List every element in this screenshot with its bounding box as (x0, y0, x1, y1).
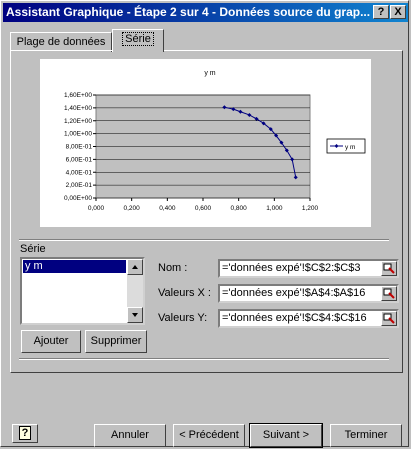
nom-range-button[interactable] (381, 261, 397, 276)
dialog-window: Assistant Graphique - Étape 2 sur 4 - Do… (0, 0, 409, 448)
y-tick-label: 4,00E-01 (66, 169, 93, 176)
tab-serie[interactable]: Série (112, 29, 164, 52)
x-values-label: Valeurs X : (158, 287, 211, 299)
x-range-button[interactable] (381, 286, 397, 301)
separator-bottom (19, 358, 389, 360)
arrow-down-icon (132, 313, 138, 317)
x-tick-label: 0,800 (231, 205, 248, 212)
tab-serie-label: Série (122, 32, 154, 46)
help-title-button[interactable]: ? (373, 5, 389, 19)
y-tick-label: 8,00E-01 (66, 144, 93, 151)
scroll-up-button[interactable] (127, 259, 143, 275)
separator-top (19, 239, 389, 241)
series-scrollbar[interactable] (127, 259, 143, 323)
arrow-up-icon (132, 265, 138, 269)
y-values-label: Valeurs Y: (158, 312, 208, 324)
y-tick-label: 2,00E-01 (66, 182, 93, 189)
x-tick-label: 1,200 (302, 205, 319, 212)
cancel-button[interactable]: Annuler (94, 424, 166, 447)
list-item[interactable]: y m (23, 260, 126, 273)
y-tick-label: 1,40E+00 (64, 105, 92, 112)
add-button[interactable]: Ajouter (21, 330, 81, 353)
x-values-field[interactable]: ='données expé'!$A$4:$A$16 (218, 284, 399, 303)
x-tick-label: 0,600 (195, 205, 212, 212)
x-tick-label: 0,400 (159, 205, 176, 212)
range-select-icon (383, 263, 395, 274)
y-tick-label: 1,60E+00 (64, 92, 92, 99)
window-title: Assistant Graphique - Étape 2 sur 4 - Do… (6, 5, 371, 19)
y-range-button[interactable] (381, 311, 397, 326)
close-button[interactable]: X (390, 5, 406, 19)
scroll-down-button[interactable] (127, 307, 143, 323)
nom-field[interactable]: ='données expé'!$C$2:$C$3 (218, 259, 399, 278)
series-listbox[interactable]: y m (20, 257, 145, 325)
range-select-icon (383, 313, 395, 324)
y-values-field[interactable]: ='données expé'!$C$4:$C$16 (218, 309, 399, 328)
y-tick-label: 1,00E+00 (64, 131, 92, 138)
x-tick-label: 0,200 (124, 205, 141, 212)
help-icon-button[interactable]: ? (12, 424, 38, 443)
serie-label: Série (20, 243, 46, 255)
tab-plage-de-donnees[interactable]: Plage de données (10, 32, 112, 52)
y-tick-label: 1,20E+00 (64, 118, 92, 125)
help-icon: ? (18, 426, 32, 440)
chart-svg: 0,00E+00 2,00E-01 4,00E-01 6,00E-01 8,00E-01… (64, 70, 366, 212)
legend-label: y m (345, 144, 355, 151)
x-tick-label: 0,000 (88, 205, 105, 212)
next-button[interactable]: Suivant > (249, 423, 323, 448)
finish-button[interactable]: Terminer (330, 424, 402, 447)
range-select-icon (383, 288, 395, 299)
tab-plage-label: Plage de données (16, 36, 106, 48)
chart-preview: 0,00E+00 2,00E-01 4,00E-01 6,00E-01 8,00E-01… (40, 59, 371, 227)
chart-title: y m (204, 70, 215, 77)
y-tick-label: 6,00E-01 (66, 156, 93, 163)
nom-label: Nom : (158, 262, 188, 274)
title-bar: Assistant Graphique - Étape 2 sur 4 - Do… (3, 3, 408, 22)
previous-button[interactable]: < Précédent (173, 424, 245, 447)
x-tick-label: 1,000 (266, 205, 283, 212)
y-tick-label: 0,00E+00 (64, 195, 92, 202)
delete-button[interactable]: Supprimer (85, 330, 147, 353)
